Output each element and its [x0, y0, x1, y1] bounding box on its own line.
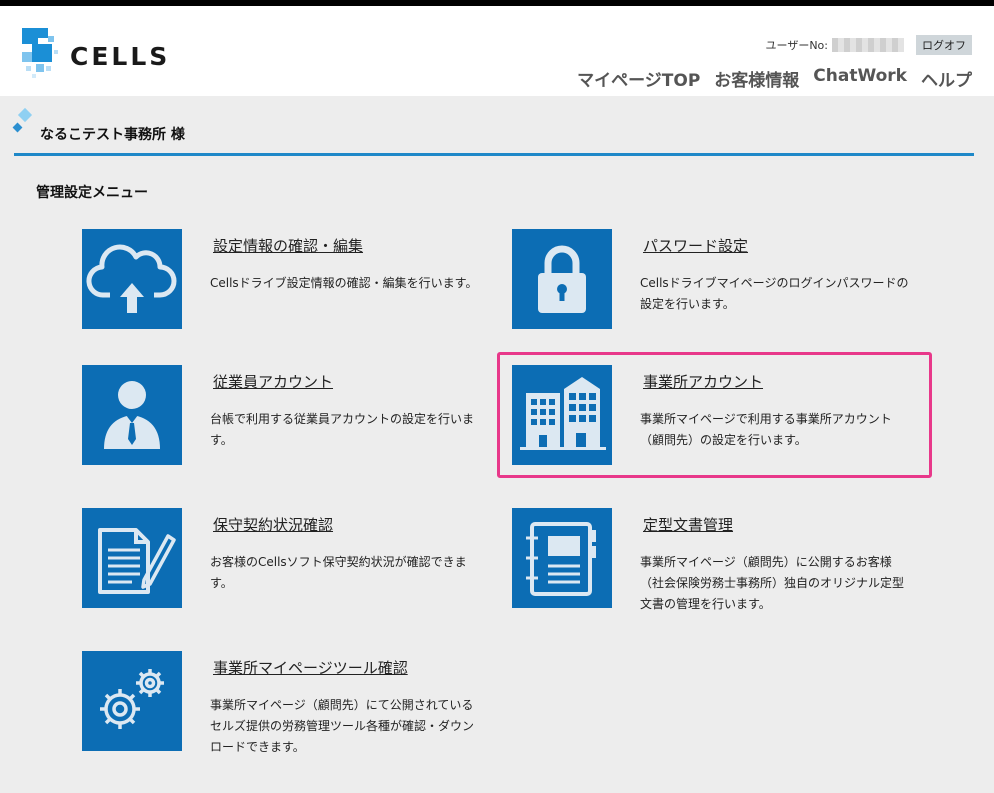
nav-chatwork[interactable]: ChatWork [813, 66, 907, 91]
global-nav: マイページTOP お客様情報 ChatWork ヘルプ [577, 66, 972, 91]
diamond-icon [17, 107, 33, 123]
card-office-tools: 事業所マイページツール確認 事業所マイページ（顧問先）にて公開されているセルズ提… [82, 651, 482, 761]
card-description: お客様のCellsソフト保守契約状況が確認できます。 [210, 555, 467, 590]
card-description: 事業所マイページ（顧問先）に公開するお客様（社会保険労務士事務所）独自のオリジナ… [640, 555, 905, 611]
card-template-docs: 定型文書管理 事業所マイページ（顧問先）に公開するお客様（社会保険労務士事務所）… [512, 508, 912, 618]
logoff-button[interactable]: ログオフ [916, 35, 972, 55]
card-settings-info: 設定情報の確認・編集 Cellsドライブ設定情報の確認・編集を行います。 [82, 229, 482, 339]
card-tile[interactable] [82, 508, 182, 608]
card-title[interactable]: 設定情報の確認・編集 [213, 235, 363, 256]
binder-icon [526, 522, 596, 596]
nav-customer-info[interactable]: お客様情報 [714, 66, 799, 91]
card-tile[interactable] [82, 365, 182, 465]
cells-logo-icon [22, 28, 58, 78]
card-title[interactable]: パスワード設定 [643, 235, 748, 256]
card-tile[interactable] [512, 229, 612, 329]
card-description: Cellsドライブ設定情報の確認・編集を行います。 [210, 276, 478, 290]
employee-icon [104, 381, 160, 449]
card-description: 台帳で利用する従業員アカウントの設定を行います。 [210, 412, 475, 447]
card-employee-account: 従業員アカウント 台帳で利用する従業員アカウントの設定を行います。 [82, 365, 482, 475]
user-no-label: ユーザーNo: [765, 39, 828, 52]
document-pen-icon [98, 528, 176, 594]
section-title: 管理設定メニュー [36, 185, 148, 201]
card-tile[interactable] [82, 229, 182, 329]
cells-logo[interactable]: CELLS [18, 26, 188, 82]
nav-mypage-top[interactable]: マイページTOP [577, 66, 700, 91]
lock-icon [538, 245, 586, 313]
card-description: 事業所マイページ（顧問先）にて公開されているセルズ提供の労務管理ツール各種が確認… [210, 698, 475, 754]
card-description: Cellsドライブマイページのログインパスワードの設定を行います。 [640, 276, 909, 311]
user-info: ユーザーNo: ログオフ [765, 35, 972, 55]
card-maintenance-contract: 保守契約状況確認 お客様のCellsソフト保守契約状況が確認できます。 [82, 508, 482, 618]
card-title[interactable]: 保守契約状況確認 [213, 514, 333, 535]
cloud-upload-icon [86, 244, 177, 313]
card-password: パスワード設定 Cellsドライブマイページのログインパスワードの設定を行います… [512, 229, 912, 339]
user-no-masked-value [832, 38, 904, 52]
card-title[interactable]: 従業員アカウント [213, 371, 333, 392]
nav-help[interactable]: ヘルプ [921, 66, 972, 91]
client-bar: なるこテスト事務所 様 [12, 107, 974, 156]
highlight-frame [497, 352, 932, 478]
card-tile[interactable] [512, 508, 612, 608]
header: CELLS ユーザーNo: ログオフ マイページTOP お客様情報 ChatWo… [0, 6, 994, 96]
diamond-small-icon [12, 122, 23, 133]
card-tile[interactable] [82, 651, 182, 751]
client-name: なるこテスト事務所 様 [40, 127, 185, 143]
card-title[interactable]: 事業所マイページツール確認 [213, 657, 408, 678]
logo-text: CELLS [70, 42, 171, 71]
card-title[interactable]: 定型文書管理 [643, 514, 733, 535]
gears-icon [100, 669, 164, 729]
